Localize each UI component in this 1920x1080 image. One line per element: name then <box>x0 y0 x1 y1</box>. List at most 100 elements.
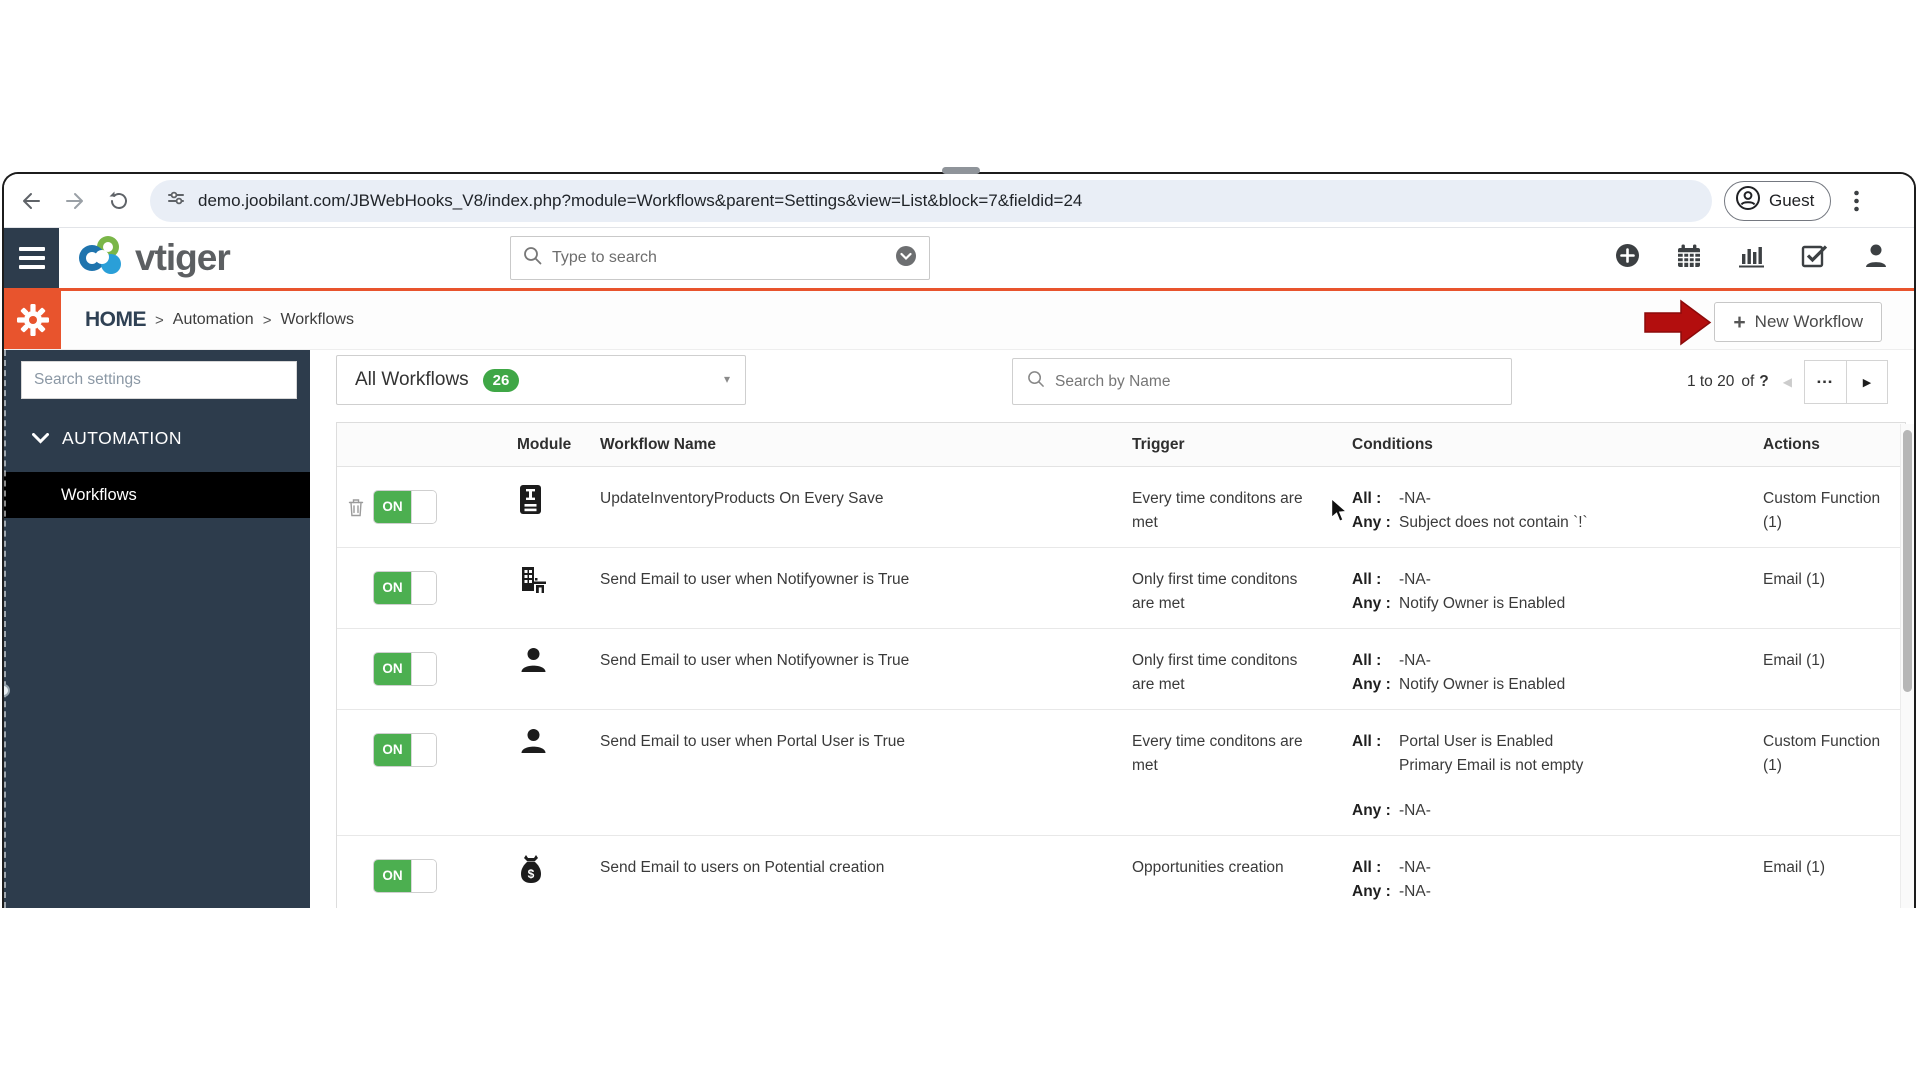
workflow-on-toggle[interactable]: ON <box>373 733 437 767</box>
cloud-logo-icon <box>75 232 131 285</box>
workflow-name[interactable]: Send Email to user when Notifyowner is T… <box>600 548 1132 628</box>
workflow-trigger: Every time conditons are met <box>1132 710 1352 835</box>
conditions-any-label: Any : <box>1352 592 1399 616</box>
workflow-trigger: Only first time conditons are met <box>1132 548 1352 628</box>
sidebar-section-automation[interactable]: AUTOMATION <box>4 428 310 449</box>
forward-icon[interactable] <box>58 184 92 218</box>
workflow-on-toggle[interactable]: ON <box>373 652 437 686</box>
table-row: ON Send Email to user when Notifyowner is… <box>337 629 1905 710</box>
user-circle-icon <box>1735 185 1761 216</box>
workflow-name[interactable]: Send Email to user when Portal User is T… <box>600 710 1132 835</box>
toggle-state-label: ON <box>374 572 411 604</box>
search-icon <box>523 246 542 270</box>
pagination-of: of <box>1741 373 1754 391</box>
workflow-name[interactable]: Send Email to user when Notifyowner is T… <box>600 629 1132 709</box>
column-module: Module <box>507 436 600 454</box>
prev-page-icon[interactable]: ◀ <box>1783 375 1792 389</box>
workflows-main: All Workflows 26 ▾ 1 to 20 of ? ◀ ▪▪▪ ▶ <box>310 350 1914 908</box>
settings-search-input[interactable] <box>21 361 297 399</box>
chart-icon[interactable] <box>1738 243 1765 274</box>
workflow-name[interactable]: UpdateInventoryProducts On Every Save <box>600 467 1132 547</box>
red-arrow-annotation <box>1644 299 1712 351</box>
url-text[interactable]: demo.joobilant.com/JBWebHooks_V8/index.p… <box>198 191 1082 211</box>
workflow-actions: Email (1) <box>1763 548 1905 628</box>
table-row: ON $ Send Email to users on Potential crea… <box>337 836 1905 908</box>
workflow-actions: Email (1) <box>1763 836 1905 908</box>
workflow-count-badge: 26 <box>483 369 520 392</box>
new-workflow-label: New Workflow <box>1755 312 1863 332</box>
hamburger-icon[interactable] <box>4 228 59 288</box>
user-icon[interactable] <box>1864 243 1888 274</box>
global-search-input[interactable] <box>552 249 885 267</box>
back-icon[interactable] <box>14 184 48 218</box>
organization-icon <box>519 582 549 599</box>
scrollbar[interactable] <box>1900 424 1914 908</box>
conditions-all-label: All : <box>1352 856 1399 880</box>
svg-text:$: $ <box>528 867 535 881</box>
contact-icon <box>519 743 548 760</box>
search-by-name[interactable] <box>1012 358 1512 405</box>
invoice-icon <box>519 502 542 519</box>
trash-icon[interactable] <box>348 498 365 525</box>
column-conditions: Conditions <box>1352 436 1763 454</box>
pagination: 1 to 20 of ? ◀ ▪▪▪ ▶ <box>1687 359 1888 405</box>
workflow-trigger: Opportunities creation <box>1132 836 1352 908</box>
browser-toolbar: demo.joobilant.com/JBWebHooks_V8/index.p… <box>4 174 1914 228</box>
plus-icon: + <box>1733 312 1745 333</box>
conditions-any-label: Any : <box>1352 880 1399 904</box>
column-workflow-name: Workflow Name <box>600 436 1132 454</box>
workflow-name[interactable]: Send Email to users on Potential creatio… <box>600 836 1132 908</box>
table-row: ON Send Email to user when Notifyowner is… <box>337 548 1905 629</box>
tasks-icon[interactable] <box>1801 243 1828 274</box>
tune-icon[interactable] <box>166 188 186 213</box>
kebab-menu-icon[interactable] <box>1845 190 1867 212</box>
moneybag-icon: $ <box>519 872 543 889</box>
workflow-conditions: All :-NA-Any :Notify Owner is Enabled <box>1352 629 1763 709</box>
chevron-down-icon <box>32 428 49 449</box>
filter-label: All Workflows <box>355 369 469 391</box>
toggle-state-label: ON <box>374 860 411 892</box>
sidebar-item-workflows[interactable]: Workflows <box>4 472 310 518</box>
conditions-all-label: All : <box>1352 568 1399 592</box>
workflow-filter-dropdown[interactable]: All Workflows 26 ▾ <box>336 355 746 405</box>
workflow-actions: Email (1) <box>1763 629 1905 709</box>
search-icon <box>1027 370 1045 393</box>
breadcrumb-automation[interactable]: Automation <box>173 311 254 329</box>
guest-profile-button[interactable]: Guest <box>1724 181 1831 221</box>
breadcrumb-separator: > <box>155 312 164 329</box>
vtiger-logo[interactable]: vtiger <box>75 232 230 285</box>
next-page-icon[interactable]: ▶ <box>1846 361 1887 403</box>
scrollbar-thumb[interactable] <box>1903 430 1912 692</box>
breadcrumb-bar: HOME > Automation > Workflows + New Work… <box>4 288 1914 350</box>
conditions-all-label: All : <box>1352 730 1399 778</box>
window-grip <box>942 167 980 174</box>
calendar-icon[interactable] <box>1676 243 1702 274</box>
settings-sidebar: AUTOMATION Workflows <box>4 350 310 908</box>
workflow-actions: Custom Function (1) <box>1763 710 1905 835</box>
workflow-conditions: All :-NA-Any :Subject does not contain `… <box>1352 467 1763 547</box>
chevron-circle-icon[interactable] <box>895 245 917 272</box>
workflow-conditions: All :Portal User is EnabledPrimary Email… <box>1352 710 1763 835</box>
toggle-knob <box>411 572 436 604</box>
breadcrumb-workflows[interactable]: Workflows <box>280 311 354 329</box>
workflow-on-toggle[interactable]: ON <box>373 490 437 524</box>
plus-circle-icon[interactable] <box>1615 243 1640 273</box>
conditions-any-label: Any : <box>1352 511 1399 535</box>
address-bar[interactable]: demo.joobilant.com/JBWebHooks_V8/index.p… <box>150 180 1712 222</box>
workflow-on-toggle[interactable]: ON <box>373 859 437 893</box>
gear-icon[interactable] <box>4 291 61 349</box>
toggle-knob <box>411 860 436 892</box>
reload-icon[interactable] <box>102 184 136 218</box>
toggle-state-label: ON <box>374 491 411 523</box>
new-workflow-button[interactable]: + New Workflow <box>1714 302 1882 342</box>
breadcrumb-home[interactable]: HOME <box>85 308 146 332</box>
more-pages-button[interactable]: ▪▪▪ <box>1805 361 1846 403</box>
pagination-range: 1 to 20 <box>1687 373 1734 391</box>
table-row: ON Send Email to user when Portal User is… <box>337 710 1905 836</box>
workflow-trigger: Only first time conditons are met <box>1132 629 1352 709</box>
table-body: ON UpdateInventoryProducts On Every Save E… <box>337 467 1905 908</box>
sidebar-collapse-handle[interactable] <box>2 684 10 697</box>
search-by-name-input[interactable] <box>1055 373 1497 391</box>
workflow-on-toggle[interactable]: ON <box>373 571 437 605</box>
global-search[interactable] <box>510 236 930 280</box>
